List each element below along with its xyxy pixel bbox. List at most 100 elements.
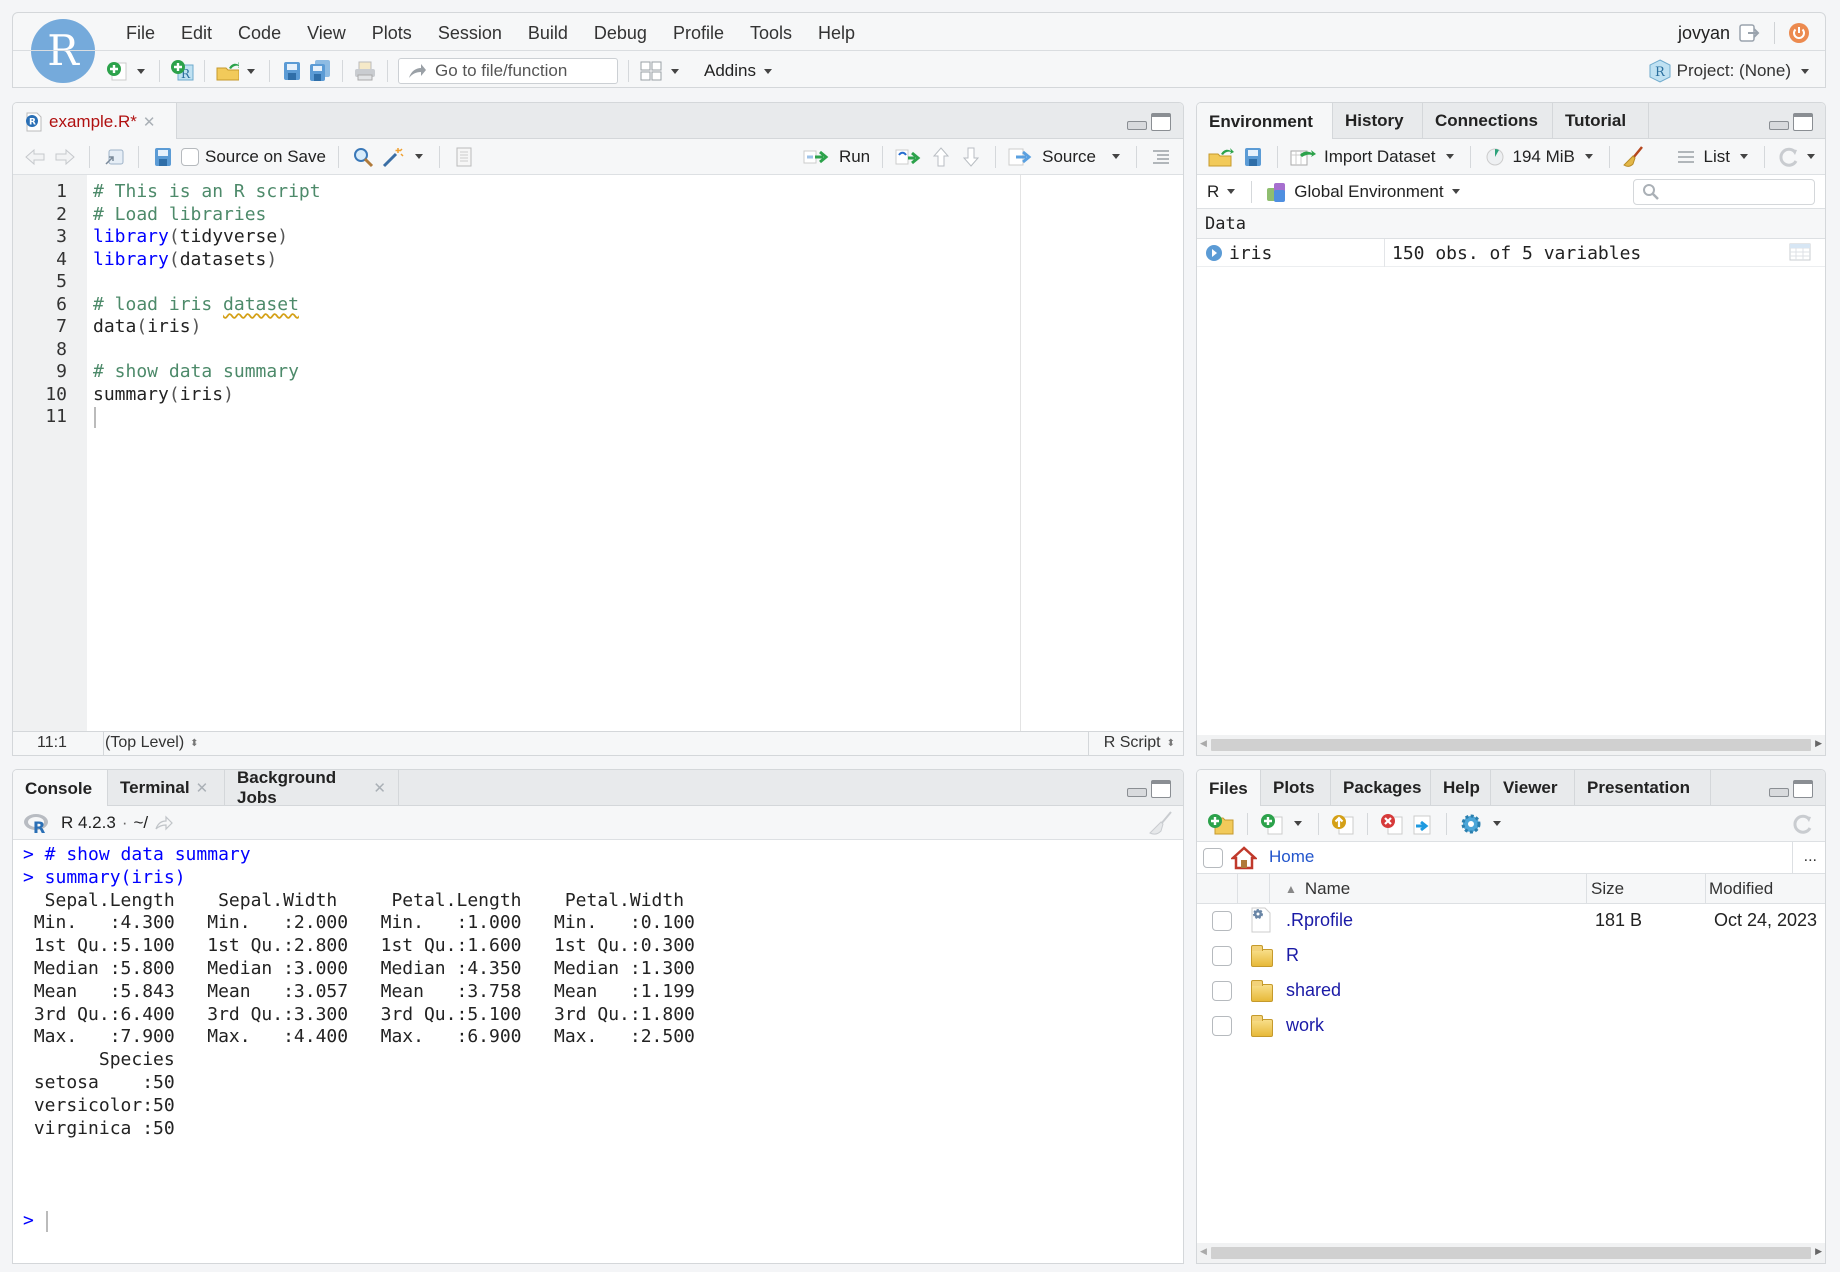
run-button[interactable]: Run [839,147,870,167]
close-tab-icon[interactable]: ✕ [143,113,156,131]
save-icon[interactable] [151,145,175,169]
forward-arrow-icon[interactable] [53,145,77,169]
workspace-panes-icon[interactable] [639,59,663,83]
go-to-file-function-input[interactable]: Go to file/function [398,58,618,84]
column-header-size[interactable]: Size [1591,879,1624,899]
more-dropdown[interactable] [1493,821,1501,826]
column-header-name[interactable]: ▲ Name [1285,879,1350,899]
menu-debug[interactable]: Debug [581,19,660,47]
tab-environment[interactable]: Environment [1197,103,1333,140]
scroll-left-arrow[interactable]: ◀ [1200,1246,1207,1257]
go-to-directory-icon[interactable] [154,815,174,831]
working-directory[interactable]: ~/ [133,813,148,833]
environment-selector[interactable]: Global Environment [1294,182,1463,202]
more-path-button[interactable]: ... [1804,848,1817,866]
expand-variable-icon[interactable] [1205,244,1223,262]
new-blank-file-icon[interactable] [1260,812,1284,836]
source-on-save-checkbox[interactable] [181,147,199,166]
maximize-pane-icon[interactable] [1151,113,1171,131]
maximize-pane-icon[interactable] [1151,780,1171,798]
tab-connections[interactable]: Connections [1423,103,1553,139]
tab-plots[interactable]: Plots [1261,770,1331,806]
environment-variable-row[interactable]: iris 150 obs. of 5 variables [1197,239,1825,267]
project-menu[interactable]: R Project: (None) [1649,59,1813,83]
source-icon[interactable] [1008,145,1036,169]
close-tab-icon[interactable]: ✕ [373,779,386,797]
file-checkbox[interactable] [1212,1016,1232,1036]
scrollbar-thumb[interactable] [1211,1247,1811,1259]
scroll-left-arrow[interactable]: ◀ [1200,738,1207,749]
menu-view[interactable]: View [294,19,359,47]
new-blank-file-dropdown[interactable] [1294,821,1302,826]
close-tab-icon[interactable]: ✕ [196,779,209,797]
menu-code[interactable]: Code [225,19,294,47]
tab-viewer[interactable]: Viewer [1491,770,1575,806]
new-file-icon[interactable] [105,59,129,83]
back-arrow-icon[interactable] [23,145,47,169]
file-row[interactable]: R [1197,939,1825,974]
select-all-checkbox[interactable] [1203,848,1223,868]
memory-usage-button[interactable]: 194 MiB [1513,147,1575,167]
load-workspace-icon[interactable] [1207,145,1235,169]
file-type-selector[interactable]: R Script ⬍ [1104,734,1175,752]
clear-console-broom-icon[interactable] [1147,810,1173,836]
maximize-pane-icon[interactable] [1793,113,1813,131]
tab-terminal[interactable]: Terminal ✕ [108,770,225,806]
go-to-previous-section-icon[interactable] [929,145,953,169]
delete-icon[interactable] [1380,812,1404,836]
file-row[interactable]: shared [1197,974,1825,1009]
source-button[interactable]: Source [1042,147,1096,167]
document-outline-icon[interactable] [1149,145,1173,169]
file-name-link[interactable]: R [1286,945,1299,966]
file-row[interactable]: work [1197,1009,1825,1044]
code-tools-dropdown[interactable] [414,154,423,159]
import-dataset-button[interactable]: Import Dataset [1324,147,1436,167]
language-selector[interactable]: R [1207,182,1239,202]
file-row[interactable]: .Rprofile 181 B Oct 24, 2023 [1197,904,1825,939]
view-mode-button[interactable]: List [1704,147,1730,167]
console-output[interactable]: > # show data summary > summary(iris) Sep… [13,840,1183,1263]
refresh-files-icon[interactable] [1791,812,1815,836]
workspace-panes-dropdown[interactable] [671,68,679,74]
file-name-link[interactable]: shared [1286,980,1341,1001]
tab-background-jobs[interactable]: Background Jobs ✕ [225,770,399,807]
clear-workspace-broom-icon[interactable] [1622,145,1646,169]
minimize-pane-icon[interactable] [1127,788,1147,797]
minimize-pane-icon[interactable] [1769,121,1789,130]
new-file-dropdown[interactable] [137,68,145,74]
save-workspace-icon[interactable] [1241,145,1265,169]
maximize-pane-icon[interactable] [1793,780,1813,798]
power-quit-icon[interactable] [1787,21,1811,45]
compile-report-icon[interactable] [452,145,476,169]
scrollbar-thumb[interactable] [1211,739,1811,751]
tab-help[interactable]: Help [1431,770,1491,806]
refresh-dropdown[interactable] [1807,154,1815,159]
menu-plots[interactable]: Plots [359,19,425,47]
rename-icon[interactable] [1410,812,1434,836]
addins-menu[interactable]: Addins [704,61,776,81]
minimize-pane-icon[interactable] [1769,788,1789,797]
open-file-dropdown[interactable] [247,68,255,74]
go-to-next-section-icon[interactable] [959,145,983,169]
scroll-right-arrow[interactable]: ▶ [1815,1246,1822,1257]
horizontal-scrollbar[interactable]: ◀ ▶ [1197,735,1825,755]
file-checkbox[interactable] [1212,946,1232,966]
code-tools-wand-icon[interactable] [381,145,405,169]
file-checkbox[interactable] [1212,911,1232,931]
tab-tutorial[interactable]: Tutorial [1553,103,1649,139]
menu-profile[interactable]: Profile [660,19,737,47]
show-in-new-window-icon[interactable] [102,145,126,169]
open-file-icon[interactable] [215,59,239,83]
file-checkbox[interactable] [1212,981,1232,1001]
menu-session[interactable]: Session [425,19,515,47]
menu-tools[interactable]: Tools [737,19,805,47]
menu-edit[interactable]: Edit [168,19,225,47]
import-dataset-icon[interactable] [1290,145,1318,169]
memory-usage-dropdown[interactable] [1584,154,1593,159]
tab-history[interactable]: History [1333,103,1423,139]
menu-file[interactable]: File [113,19,168,47]
rerun-icon[interactable] [895,145,923,169]
breadcrumb-home[interactable]: Home [1269,847,1314,867]
sign-out-icon[interactable] [1738,21,1762,45]
save-icon[interactable] [280,59,304,83]
